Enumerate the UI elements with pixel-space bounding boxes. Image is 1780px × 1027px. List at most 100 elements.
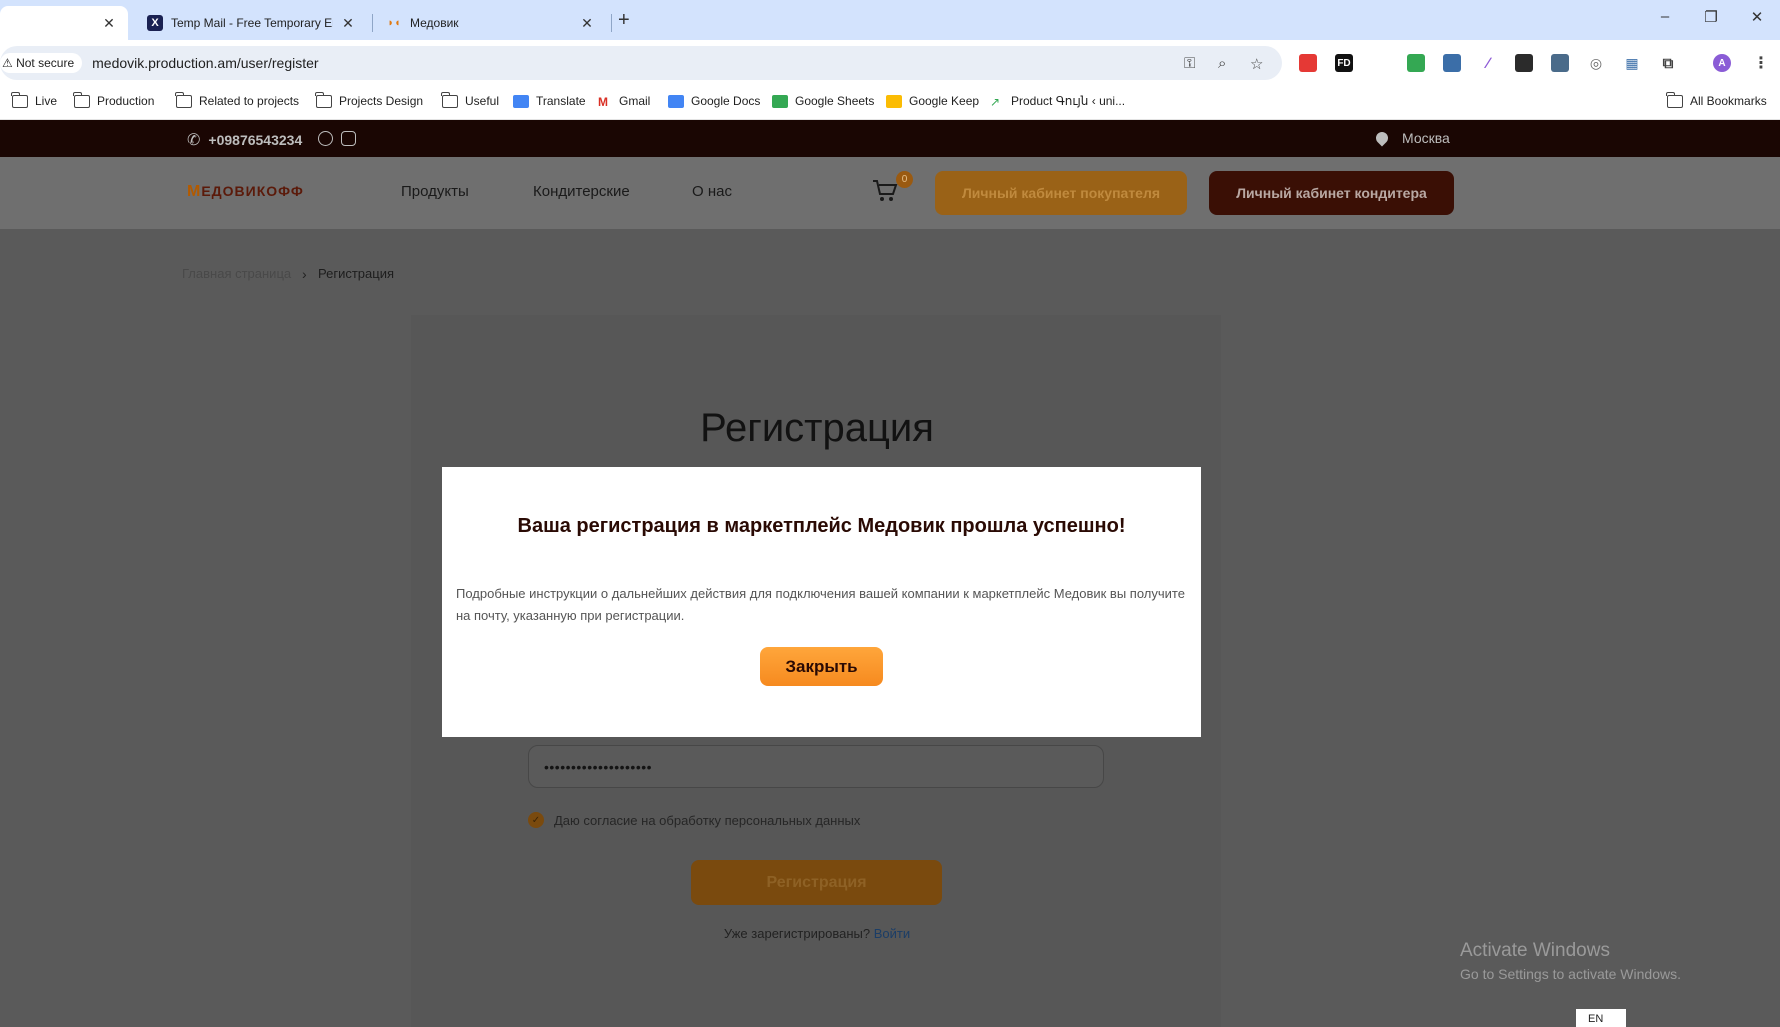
bookmark-label: Google Sheets bbox=[795, 94, 875, 108]
bookmark-gmail[interactable]: M Gmail bbox=[598, 94, 651, 109]
language-indicator[interactable]: EN bbox=[1576, 1009, 1626, 1027]
nav-about[interactable]: О нас bbox=[692, 183, 732, 200]
screen-icon[interactable] bbox=[1551, 54, 1569, 72]
site-logo[interactable]: MЕДОВИКОФФ bbox=[187, 183, 304, 201]
bookmark-keep[interactable]: Google Keep bbox=[886, 94, 979, 108]
breadcrumb-home[interactable]: Главная страница bbox=[182, 266, 291, 281]
pen-icon[interactable]: ∕ bbox=[1479, 54, 1497, 72]
bookmark-label: Live bbox=[35, 94, 58, 108]
bookmark-docs[interactable]: Google Docs bbox=[668, 94, 760, 108]
browser-toolbar: ⚠ Not secure medovik.production.am/user/… bbox=[0, 40, 1780, 86]
tab-separator bbox=[611, 14, 612, 32]
folder-icon bbox=[441, 91, 458, 108]
already-text: Уже зарегистрированы? bbox=[723, 926, 871, 941]
checkbox-checked-icon[interactable]: ✓ bbox=[528, 812, 544, 828]
docs-icon bbox=[668, 94, 684, 108]
buyer-account-button[interactable]: Личный кабинет покупателя bbox=[935, 171, 1187, 215]
modal-text: Подробные инструкции о дальнейших действ… bbox=[456, 586, 1185, 623]
register-button[interactable]: Регистрация bbox=[691, 860, 942, 905]
bookmark-live[interactable]: Live bbox=[11, 91, 58, 108]
extension-color-icon[interactable] bbox=[1515, 54, 1533, 72]
site-phone[interactable]: ✆ +09876543234 bbox=[187, 130, 302, 150]
close-modal-button[interactable]: Закрыть bbox=[760, 647, 883, 686]
bookmark-label: Product Գույն ‹ uni... bbox=[1011, 94, 1126, 108]
login-link[interactable]: Войти bbox=[874, 926, 910, 941]
nav-bakeries[interactable]: Кондитерские bbox=[533, 183, 630, 200]
nav-products[interactable]: Продукты bbox=[401, 183, 469, 200]
tab-medovik[interactable]: ◗◖ Медовик ✕ bbox=[376, 6, 606, 40]
bookmark-projects-design[interactable]: Projects Design bbox=[315, 91, 424, 108]
tab-separator bbox=[372, 14, 373, 32]
extension-sheets-icon[interactable] bbox=[1407, 54, 1425, 72]
bookmark-useful[interactable]: Useful bbox=[441, 91, 500, 108]
cart-icon[interactable] bbox=[872, 179, 898, 203]
city-name: Москва bbox=[1402, 130, 1450, 146]
tab-bar: ✕ X Temp Mail - Free Temporary Em ✕ ◗◖ М… bbox=[0, 0, 1780, 40]
bookmark-translate[interactable]: Translate bbox=[513, 94, 586, 108]
close-window-button[interactable]: ✕ bbox=[1742, 8, 1772, 26]
bookmark-label: Projects Design bbox=[339, 94, 424, 108]
baker-account-button[interactable]: Личный кабинет кондитера bbox=[1209, 171, 1454, 215]
translate-icon bbox=[513, 94, 529, 108]
puzzle-icon[interactable]: ⧉ bbox=[1659, 54, 1677, 72]
consent-checkbox-row[interactable]: ✓ Даю согласие на обработку персональных… bbox=[528, 812, 860, 828]
bookmark-label: Gmail bbox=[619, 94, 651, 108]
bookmark-label: Google Docs bbox=[691, 94, 761, 108]
profile-avatar[interactable]: A bbox=[1713, 54, 1731, 72]
star-icon[interactable]: ☆ bbox=[1250, 55, 1263, 73]
bookmark-related[interactable]: Related to projects bbox=[175, 91, 300, 108]
gmail-icon: M bbox=[598, 94, 608, 109]
zoom-icon[interactable]: ⌕ bbox=[1218, 55, 1226, 72]
url-text[interactable]: medovik.production.am/user/register bbox=[92, 55, 318, 71]
warning-icon: ⚠ bbox=[2, 56, 17, 70]
city-selector[interactable]: Москва bbox=[1373, 129, 1450, 147]
address-bar[interactable]: ⚠ Not secure medovik.production.am/user/… bbox=[0, 46, 1282, 80]
folder-icon bbox=[175, 91, 192, 108]
close-icon[interactable]: ✕ bbox=[578, 15, 596, 32]
success-modal: Ваша регистрация в маркетплейс Медовик п… bbox=[442, 467, 1201, 737]
phone-number: +09876543234 bbox=[208, 132, 303, 148]
extension-badge-icon[interactable] bbox=[1443, 54, 1461, 72]
close-icon[interactable]: ✕ bbox=[100, 15, 118, 32]
instagram-icon[interactable] bbox=[341, 131, 356, 146]
activate-subtitle: Go to Settings to activate Windows. bbox=[1460, 966, 1681, 982]
close-icon[interactable]: ✕ bbox=[339, 15, 357, 32]
menu-icon[interactable]: ⋮ bbox=[1752, 54, 1770, 72]
breadcrumb-current: Регистрация bbox=[318, 266, 394, 281]
tab-title: Temp Mail - Free Temporary Em bbox=[171, 16, 333, 30]
camera-icon[interactable]: ◎ bbox=[1587, 54, 1605, 72]
cart-count-badge: 0 bbox=[896, 171, 913, 188]
password-confirm-input[interactable]: •••••••••••••••••••• bbox=[528, 745, 1104, 788]
folder-icon bbox=[73, 91, 90, 108]
key-icon[interactable]: ⚿ bbox=[1184, 55, 1195, 72]
bookmark-production[interactable]: Production bbox=[73, 91, 155, 108]
page-title: Регистрация bbox=[700, 406, 934, 450]
chart-icon: ↗ bbox=[990, 94, 1001, 109]
tabs-icon[interactable]: ▦ bbox=[1623, 54, 1641, 72]
location-pin-icon bbox=[1373, 129, 1391, 147]
consent-label: Даю согласие на обработку персональных д… bbox=[554, 812, 861, 828]
bookmark-product[interactable]: ↗ Product Գույն ‹ uni... bbox=[990, 94, 1126, 109]
restore-button[interactable]: ❐ bbox=[1696, 8, 1726, 26]
extension-fd-icon[interactable]: FD bbox=[1335, 54, 1353, 72]
site-header: MЕДОВИКОФФ Продукты Кондитерские О нас 0… bbox=[0, 157, 1780, 229]
logo-text: ЕДОВИКОФФ bbox=[201, 183, 304, 199]
bookmark-label: Useful bbox=[465, 94, 500, 108]
minimize-button[interactable]: – bbox=[1650, 8, 1680, 25]
login-prompt: Уже зарегистрированы? Войти bbox=[0, 926, 1634, 941]
tab-active[interactable]: ✕ bbox=[0, 6, 128, 40]
site-top-strip: ✆ +09876543234 Москва bbox=[0, 120, 1780, 157]
tab-temp-mail[interactable]: X Temp Mail - Free Temporary Em ✕ bbox=[137, 6, 367, 40]
facebook-icon[interactable] bbox=[318, 131, 333, 146]
sheets-icon bbox=[772, 94, 788, 108]
bookmark-label: Google Keep bbox=[909, 94, 980, 108]
bookmark-label: Production bbox=[97, 94, 155, 108]
bookmark-sheets[interactable]: Google Sheets bbox=[772, 94, 874, 108]
security-indicator[interactable]: ⚠ Not secure bbox=[0, 53, 83, 73]
tab-title: Медовик bbox=[410, 16, 459, 30]
bookmark-all[interactable]: All Bookmarks bbox=[1666, 91, 1767, 108]
extension-icon[interactable] bbox=[1299, 54, 1317, 72]
medovik-icon: ◗◖ bbox=[387, 17, 401, 29]
bookmark-label: Related to projects bbox=[199, 94, 300, 108]
new-tab-button[interactable]: + bbox=[618, 9, 630, 32]
